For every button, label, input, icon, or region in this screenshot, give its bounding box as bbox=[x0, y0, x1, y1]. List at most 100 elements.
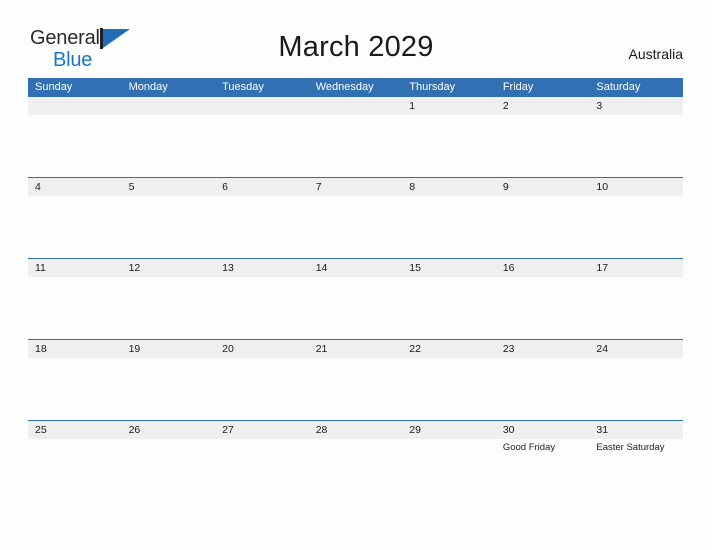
day-cell[interactable] bbox=[589, 196, 683, 258]
week-event-strip: Good Friday Easter Saturday bbox=[28, 439, 683, 501]
day-cell[interactable] bbox=[309, 115, 403, 177]
day-cell[interactable] bbox=[309, 439, 403, 501]
weekday-header-sunday: Sunday bbox=[35, 81, 73, 93]
day-cell[interactable]: Good Friday bbox=[496, 439, 590, 501]
day-number[interactable]: 3 bbox=[589, 97, 683, 115]
calendar-grid: Sunday Monday Tuesday Wednesday Thursday Frid… bbox=[28, 78, 683, 501]
day-number[interactable]: 25 bbox=[28, 421, 122, 439]
calendar-week-row: 123 bbox=[28, 97, 683, 177]
calendar-week-row: 11 12 13 14 15 16 17 bbox=[28, 258, 683, 339]
day-cell[interactable] bbox=[402, 277, 496, 339]
day-cell[interactable] bbox=[28, 196, 122, 258]
day-number[interactable]: 14 bbox=[309, 259, 403, 277]
day-cell[interactable] bbox=[28, 277, 122, 339]
day-cell[interactable] bbox=[309, 358, 403, 420]
day-number[interactable]: 6 bbox=[215, 178, 309, 196]
day-cell[interactable] bbox=[28, 358, 122, 420]
calendar-weeks: 1 2 3 4 5 6 7 8 9 10 11 12 13 14 15 16 17 18 19 20 21 22 23 24 2… bbox=[28, 97, 683, 501]
weekday-header-tuesday: Tuesday bbox=[222, 81, 264, 93]
day-cell[interactable] bbox=[402, 196, 496, 258]
day-number[interactable]: 12 bbox=[122, 259, 216, 277]
day-number[interactable]: 31 bbox=[589, 421, 683, 439]
day-cell[interactable] bbox=[122, 439, 216, 501]
day-cell[interactable] bbox=[309, 277, 403, 339]
day-number[interactable]: 28 bbox=[309, 421, 403, 439]
page-header: General Blue March 2029 Australia bbox=[0, 0, 712, 70]
day-number[interactable]: 8 bbox=[402, 178, 496, 196]
day-cell[interactable] bbox=[122, 277, 216, 339]
day-cell[interactable] bbox=[589, 277, 683, 339]
day-number[interactable]: 26 bbox=[122, 421, 216, 439]
day-number[interactable]: 7 bbox=[309, 178, 403, 196]
day-number[interactable]: 16 bbox=[496, 259, 590, 277]
day-number[interactable]: 1 bbox=[402, 97, 496, 115]
region-label: Australia bbox=[628, 46, 683, 62]
day-number[interactable]: 9 bbox=[496, 178, 590, 196]
week-event-strip bbox=[28, 196, 683, 258]
day-number[interactable]: 17 bbox=[589, 259, 683, 277]
day-number[interactable]: 19 bbox=[122, 340, 216, 358]
page-title: March 2029 bbox=[278, 31, 434, 63]
day-number[interactable]: 29 bbox=[402, 421, 496, 439]
day-cell[interactable] bbox=[589, 358, 683, 420]
day-cell[interactable] bbox=[496, 115, 590, 177]
holiday-label: Good Friday bbox=[502, 442, 556, 453]
day-number[interactable] bbox=[28, 97, 122, 115]
day-cell[interactable] bbox=[122, 115, 216, 177]
week-date-strip: 123 bbox=[28, 97, 683, 115]
day-number[interactable]: 22 bbox=[402, 340, 496, 358]
week-event-strip bbox=[28, 358, 683, 420]
day-number[interactable]: 20 bbox=[215, 340, 309, 358]
week-date-strip: 25 26 27 28 29 30 31 bbox=[28, 421, 683, 439]
day-cell[interactable] bbox=[215, 358, 309, 420]
weekday-header-thursday: Thursday bbox=[409, 81, 456, 93]
day-number[interactable]: 10 bbox=[589, 178, 683, 196]
day-cell[interactable] bbox=[402, 358, 496, 420]
calendar-week-row: 18 19 20 21 22 23 24 bbox=[28, 339, 683, 420]
day-cell[interactable] bbox=[28, 115, 122, 177]
weekday-header-monday: Monday bbox=[128, 81, 168, 93]
day-number[interactable]: 30 bbox=[496, 421, 590, 439]
weekday-header-row: Sunday Monday Tuesday Wednesday Thursday Frid… bbox=[28, 78, 683, 97]
day-number[interactable]: 2 bbox=[496, 97, 590, 115]
day-number[interactable]: 4 bbox=[28, 178, 122, 196]
day-number[interactable] bbox=[122, 97, 216, 115]
day-number[interactable]: 15 bbox=[402, 259, 496, 277]
week-event-strip bbox=[28, 115, 683, 177]
day-number[interactable] bbox=[309, 97, 403, 115]
day-cell[interactable]: Easter Saturday bbox=[589, 439, 683, 501]
day-cell[interactable] bbox=[496, 196, 590, 258]
day-number[interactable]: 5 bbox=[122, 178, 216, 196]
day-cell[interactable] bbox=[215, 115, 309, 177]
calendar-week-row: 25 26 27 28 29 30 31 Good Friday Easter Saturday bbox=[28, 420, 683, 501]
day-cell[interactable] bbox=[309, 196, 403, 258]
calendar-page: General Blue March 2029 Australia Sunday… bbox=[0, 0, 712, 550]
day-cell[interactable] bbox=[28, 439, 122, 501]
day-cell[interactable] bbox=[589, 115, 683, 177]
day-number[interactable]: 18 bbox=[28, 340, 122, 358]
day-number[interactable]: 24 bbox=[589, 340, 683, 358]
day-cell[interactable] bbox=[122, 358, 216, 420]
day-number[interactable]: 11 bbox=[28, 259, 122, 277]
day-cell[interactable] bbox=[215, 439, 309, 501]
day-number[interactable] bbox=[215, 97, 309, 115]
day-number[interactable]: 23 bbox=[496, 340, 590, 358]
day-cell[interactable] bbox=[215, 277, 309, 339]
day-cell[interactable] bbox=[496, 277, 590, 339]
day-cell[interactable] bbox=[122, 196, 216, 258]
day-cell[interactable] bbox=[402, 439, 496, 501]
week-date-strip: 11 12 13 14 15 16 17 bbox=[28, 259, 683, 277]
calendar-week-row: 4 5 6 7 8 9 10 bbox=[28, 177, 683, 258]
weekday-header-friday: Friday bbox=[502, 81, 534, 93]
day-number[interactable]: 13 bbox=[215, 259, 309, 277]
week-event-strip bbox=[28, 277, 683, 339]
day-cell[interactable] bbox=[215, 196, 309, 258]
week-date-strip: 18 19 20 21 22 23 24 bbox=[28, 340, 683, 358]
weekday-header-wednesday: Wednesday bbox=[315, 81, 374, 93]
day-cell[interactable] bbox=[402, 115, 496, 177]
weekday-header-saturday: Saturday bbox=[596, 81, 641, 93]
holiday-label: Easter Saturday bbox=[596, 442, 665, 453]
day-cell[interactable] bbox=[496, 358, 590, 420]
day-number[interactable]: 21 bbox=[309, 340, 403, 358]
day-number[interactable]: 27 bbox=[215, 421, 309, 439]
